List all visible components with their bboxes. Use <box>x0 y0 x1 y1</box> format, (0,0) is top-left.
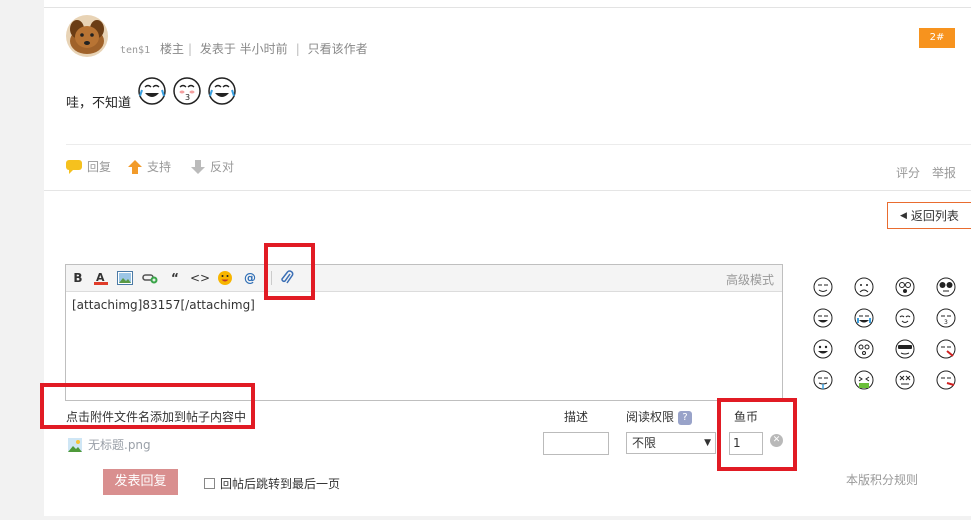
attachment-hint: 点击附件文件名添加到帖子内容中 <box>66 410 247 424</box>
reply-editor: B A “ <> @ 高级模式 [attachimg]83157[/attach… <box>65 264 783 401</box>
reply-label: 回复 <box>87 160 112 174</box>
author-name[interactable]: ten$1 <box>120 45 150 56</box>
drool-icon[interactable] <box>812 369 834 391</box>
kiss-emoji-icon: 3 <box>173 77 201 105</box>
back-to-list-label: 返回列表 <box>910 209 959 223</box>
rate-link[interactable]: 评分 <box>896 164 920 181</box>
delete-attachment-icon[interactable]: ✕ <box>770 434 783 447</box>
jump-last-page-checkbox[interactable] <box>204 478 215 489</box>
vomit-icon[interactable] <box>853 369 875 391</box>
permission-select[interactable]: 不限 ▼ <box>626 432 716 454</box>
dropdown-arrow-icon: ▼ <box>704 438 711 448</box>
back-to-list-button[interactable]: ◀ 返回列表 <box>887 202 971 229</box>
attachment-file[interactable]: 无标题.png <box>68 436 151 453</box>
kiss-icon[interactable]: 3 <box>935 307 957 329</box>
floor-badge[interactable]: 2# <box>919 28 955 48</box>
quote-icon[interactable]: “ <box>167 270 183 286</box>
shy-icon[interactable] <box>935 369 957 391</box>
highlight-attachment-button <box>264 243 315 300</box>
permission-value: 不限 <box>632 436 657 450</box>
report-link[interactable]: 举报 <box>932 164 956 181</box>
oppose-label: 反对 <box>210 160 235 174</box>
nosebleed-icon[interactable] <box>935 338 957 360</box>
oppose-action[interactable]: 反对 <box>191 158 234 175</box>
description-label: 描述 <box>564 410 589 424</box>
svg-text:3: 3 <box>185 93 190 102</box>
shocked-icon[interactable] <box>894 276 916 298</box>
link-icon[interactable] <box>142 270 158 286</box>
coin-label: 鱼币 <box>734 410 759 424</box>
top-divider <box>44 7 971 8</box>
reply-action[interactable]: 回复 <box>66 158 111 175</box>
help-icon[interactable]: ? <box>678 410 693 425</box>
section-divider <box>44 190 971 191</box>
crying-icon[interactable] <box>853 307 875 329</box>
description-input[interactable] <box>543 432 609 455</box>
code-icon[interactable]: <> <box>190 270 210 286</box>
arrow-up-icon <box>128 159 142 174</box>
coin-input[interactable]: 1 <box>729 432 763 455</box>
jump-last-page-label: 回帖后跳转到最后一页 <box>220 477 341 491</box>
post-content: 哇，不知道 <box>66 96 132 111</box>
image-icon[interactable] <box>117 270 133 286</box>
image-file-icon <box>68 437 82 452</box>
advanced-mode-link[interactable]: 高级模式 <box>726 271 774 288</box>
arrow-down-icon <box>191 159 205 174</box>
triangle-left-icon: ◀ <box>900 210 907 221</box>
at-icon[interactable]: @ <box>242 270 258 286</box>
avatar[interactable] <box>66 15 108 57</box>
speech-bubble-icon <box>66 159 82 174</box>
sad-icon[interactable] <box>853 276 875 298</box>
happy-icon[interactable] <box>894 307 916 329</box>
font-color-icon[interactable]: A <box>93 270 109 286</box>
editor-textarea[interactable]: [attachimg]83157[/attachimg] <box>66 292 782 318</box>
attachment-file-name[interactable]: 无标题.png <box>88 436 151 453</box>
points-rules-link[interactable]: 本版积分规则 <box>846 471 918 488</box>
laugh-cry-emoji-icon <box>208 77 236 105</box>
only-author-link[interactable]: 只看该作者 <box>308 42 368 56</box>
permission-label: 阅读权限? <box>626 408 693 425</box>
dizzy-icon[interactable] <box>894 369 916 391</box>
svg-text:3: 3 <box>944 319 948 326</box>
jump-last-page-option[interactable]: 回帖后跳转到最后一页 <box>204 475 340 492</box>
big-eyes-icon[interactable] <box>935 276 957 298</box>
posted-label: 发表于 <box>199 42 236 56</box>
laugh-icon[interactable] <box>812 338 834 360</box>
author-role: 楼主 <box>159 42 184 56</box>
editor-toolbar: B A “ <> @ 高级模式 <box>66 265 782 292</box>
surprised-icon[interactable] <box>853 338 875 360</box>
smiley-icon[interactable] <box>812 276 834 298</box>
laugh-cry-emoji-icon <box>138 77 166 105</box>
post-time: 半小时前 <box>239 42 288 56</box>
cool-icon[interactable] <box>894 338 916 360</box>
submit-reply-button[interactable]: 发表回复 <box>103 469 178 495</box>
action-divider <box>66 144 971 145</box>
post-meta: ten$1 楼主 | 发表于 半小时前 | 只看该作者 <box>120 42 368 56</box>
grin-icon[interactable] <box>812 307 834 329</box>
support-label: 支持 <box>147 160 172 174</box>
support-action[interactable]: 支持 <box>128 158 171 175</box>
smiley-icon[interactable] <box>217 270 233 286</box>
bold-icon[interactable]: B <box>70 270 86 286</box>
permission-label-text: 阅读权限 <box>626 410 675 424</box>
